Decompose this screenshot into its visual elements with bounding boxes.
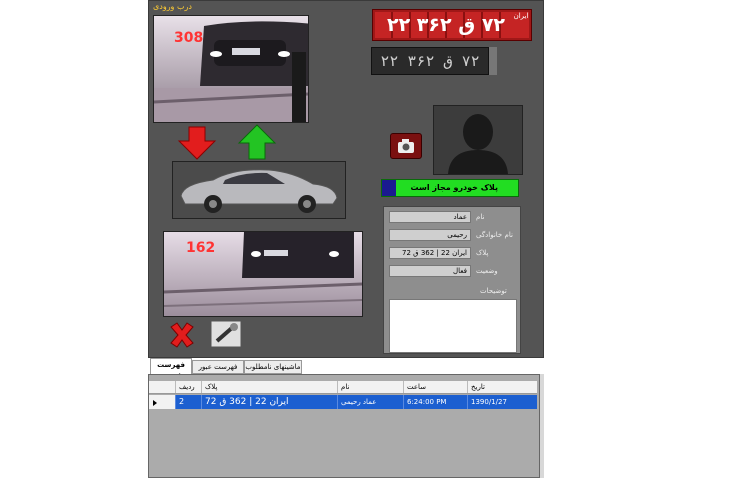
family-label: نام خانوادگی [476, 231, 513, 239]
vehicle-model-image [172, 161, 346, 219]
exit-camera-view: 162 [163, 231, 363, 317]
status-field[interactable]: فعال [389, 265, 471, 277]
plate-authorized-status: پلاک خودرو مجاز است [381, 179, 519, 197]
cell-name: عماد رحیمی [337, 395, 403, 409]
plate-field[interactable]: ایران 22 | 362 ق 72 [389, 247, 471, 259]
window-title: درب ورودی [153, 2, 192, 11]
family-field[interactable]: رحیمی [389, 229, 471, 241]
ocr-readout: ۷۲ ق ۳۶۲ ۲۲ [371, 47, 489, 75]
col-row[interactable]: ردیف [175, 381, 201, 393]
status-flag-icon [382, 180, 396, 196]
car-side-icon [180, 169, 338, 213]
entry-up-arrow-icon[interactable] [235, 123, 279, 161]
driver-photo [433, 105, 523, 175]
vertical-scrollbar[interactable] [540, 374, 544, 478]
driver-info-panel: عماد نام رحیمی نام خانوادگی ایران 22 | 3… [383, 206, 521, 354]
entrance-gate-app: درب ورودی 308 ۷۲ ق ۳۶۲ ۲۲ ایران ۷۲ ق ۳۶۲… [148, 0, 544, 478]
camera-capture-button[interactable] [390, 133, 422, 159]
status-label: وضعیت [476, 267, 498, 275]
ocr-readout-edge [489, 47, 497, 75]
status-message: پلاک خودرو مجاز است [410, 183, 499, 192]
name-label: نام [476, 213, 485, 221]
cancel-x-icon[interactable] [167, 321, 197, 349]
cell-time: 6:24:00 PM [403, 395, 467, 409]
camera-id-label-2: 162 [186, 240, 216, 256]
tab-allowed-list[interactable]: فهرست عبور دارد [192, 360, 244, 383]
cell-plate: ایران 22 | 362 ق 72 [201, 395, 337, 409]
table-header: ردیف پلاک نام ساعت تاریخ [149, 381, 537, 394]
settings-tools-icon[interactable] [209, 319, 243, 349]
exit-down-arrow-icon[interactable] [175, 125, 219, 161]
name-field[interactable]: عماد [389, 211, 471, 223]
plate-number: ۷۲ ق ۳۶۲ ۲۲ [375, 12, 517, 38]
table-row[interactable]: 2 ایران 22 | 362 ق 72 عماد رحیمی 6:24:00… [175, 395, 537, 409]
camera-id-label: 308 [174, 30, 204, 46]
tab-unwanted-vehicles[interactable]: ماشینهای نامطلوب [244, 360, 302, 374]
log-table: ردیف پلاک نام ساعت تاریخ 2 ایران 22 | 36… [148, 374, 540, 478]
col-name[interactable]: نام [337, 381, 403, 393]
tab-today-list[interactable]: فهرست امروز [150, 358, 192, 381]
col-time[interactable]: ساعت [403, 381, 467, 393]
notes-textarea[interactable] [389, 299, 517, 353]
col-plate[interactable]: پلاک [201, 381, 337, 393]
plate-country: ایران [513, 12, 529, 38]
plate-display: ۷۲ ق ۳۶۲ ۲۲ ایران [372, 9, 532, 41]
tab-strip: ماشینهای نامطلوب فهرست عبور دارد فهرست ا… [148, 358, 544, 383]
entry-camera-view: 308 [153, 15, 309, 123]
col-date[interactable]: تاریخ [467, 381, 537, 393]
person-silhouette-icon [448, 114, 508, 174]
notes-label: توضیحات [480, 287, 507, 295]
row-pointer-icon [153, 400, 157, 406]
camera-icon [398, 139, 414, 153]
cell-row: 2 [175, 395, 201, 409]
plate-label: پلاک [476, 249, 489, 257]
cell-date: 1390/1/27 [467, 395, 537, 409]
main-panel: درب ورودی 308 ۷۲ ق ۳۶۲ ۲۲ ایران ۷۲ ق ۳۶۲… [148, 0, 544, 358]
row-selector[interactable] [149, 395, 175, 409]
